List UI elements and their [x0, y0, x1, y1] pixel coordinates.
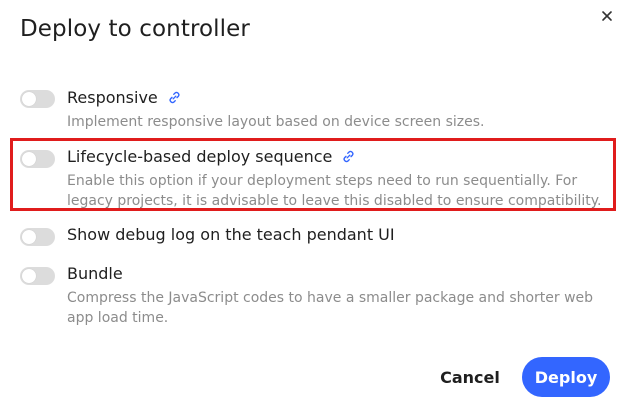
responsive-label: Responsive — [67, 88, 158, 107]
toggle-knob — [22, 152, 36, 166]
deploy-button[interactable]: Deploy — [522, 357, 610, 397]
dialog-title: Deploy to controller — [20, 16, 250, 42]
bundle-label-row: Bundle — [67, 264, 123, 283]
toggle-knob — [22, 230, 36, 244]
deploy-dialog: Deploy to controller Responsive Implemen… — [0, 0, 632, 415]
responsive-label-row: Responsive — [67, 88, 182, 107]
bundle-label: Bundle — [67, 264, 123, 283]
close-icon[interactable] — [599, 8, 619, 28]
link-icon[interactable] — [341, 149, 356, 164]
cancel-button[interactable]: Cancel — [428, 357, 512, 397]
bundle-toggle[interactable] — [20, 267, 55, 285]
debug-log-toggle[interactable] — [20, 228, 55, 246]
debug-log-label-row: Show debug log on the teach pendant UI — [67, 225, 395, 244]
responsive-description: Implement responsive layout based on dev… — [67, 114, 485, 130]
lifecycle-description: Enable this option if your deployment st… — [67, 173, 602, 209]
responsive-toggle[interactable] — [20, 90, 55, 108]
toggle-knob — [22, 92, 36, 106]
link-icon[interactable] — [167, 90, 182, 105]
toggle-knob — [22, 269, 36, 283]
lifecycle-label: Lifecycle-based deploy sequence — [67, 147, 333, 166]
bundle-description: Compress the JavaScript codes to have a … — [67, 290, 594, 326]
lifecycle-label-row: Lifecycle-based deploy sequence — [67, 147, 356, 166]
lifecycle-toggle[interactable] — [20, 150, 55, 168]
debug-log-label: Show debug log on the teach pendant UI — [67, 225, 395, 244]
